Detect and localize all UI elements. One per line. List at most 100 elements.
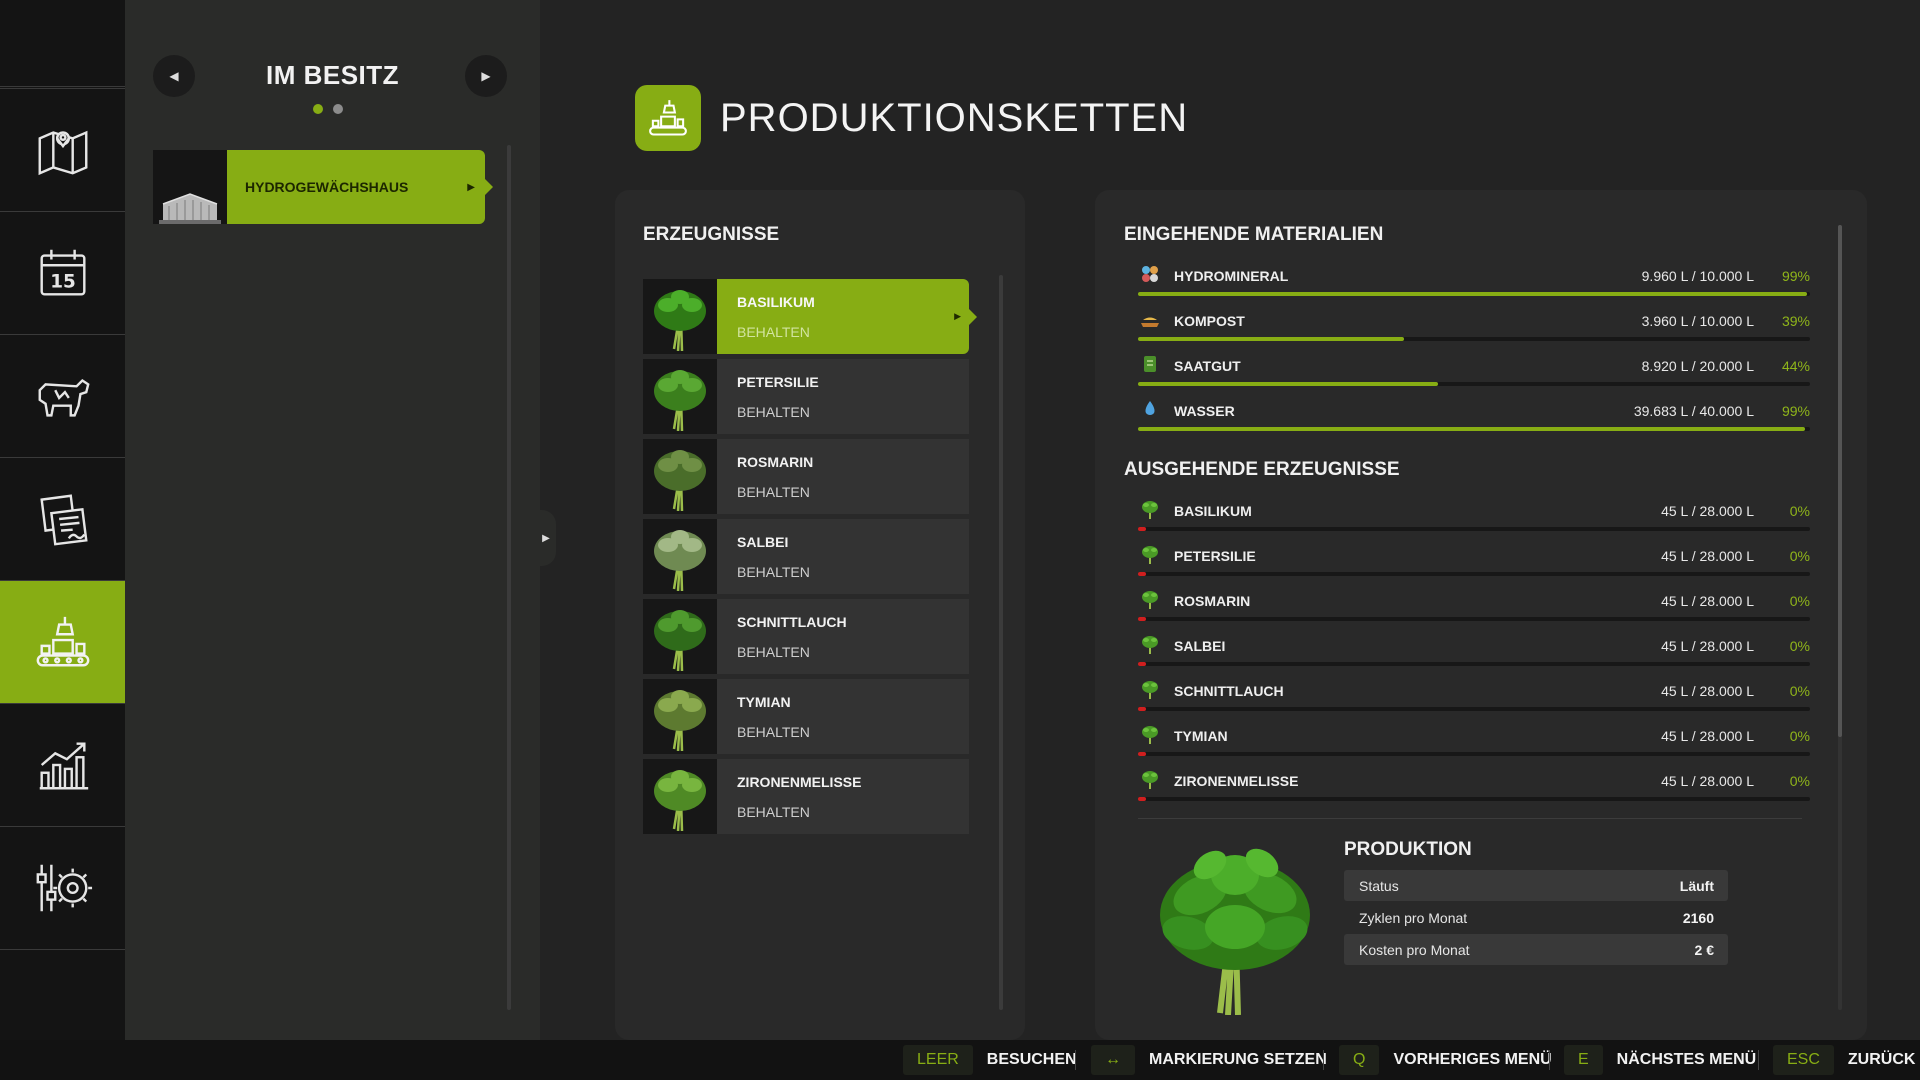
production-icon bbox=[649, 100, 687, 136]
herb-icon bbox=[1142, 546, 1158, 564]
fill-bar-level bbox=[1138, 617, 1146, 621]
product-status: BEHALTEN bbox=[737, 323, 810, 340]
herb-icon bbox=[1142, 636, 1158, 654]
material-amount: 45 L / 28.000 L bbox=[1661, 773, 1754, 789]
product-body: SALBEI BEHALTEN bbox=[717, 519, 969, 594]
key-cap: E bbox=[1564, 1045, 1603, 1075]
hint-label: NÄCHSTES MENÜ bbox=[1616, 1051, 1757, 1068]
menu-item-settings[interactable] bbox=[0, 826, 125, 950]
product-body: TYMIAN BEHALTEN bbox=[717, 679, 969, 754]
product-item[interactable]: ROSMARIN BEHALTEN bbox=[643, 439, 969, 514]
product-item[interactable]: SCHNITTLAUCH BEHALTEN bbox=[643, 599, 969, 674]
fill-bar bbox=[1138, 527, 1810, 531]
products-scrollbar[interactable] bbox=[999, 275, 1003, 1010]
menu-item-animals[interactable] bbox=[0, 334, 125, 457]
material-percent: 0% bbox=[1789, 773, 1810, 789]
herb-icon bbox=[1142, 501, 1158, 519]
incoming-title: EINGEHENDE MATERIALIEN bbox=[1124, 224, 1384, 245]
details-scrollbar[interactable] bbox=[1838, 225, 1842, 737]
seed-bag-icon bbox=[1144, 356, 1156, 372]
hint-back[interactable]: ESC ZURÜCK bbox=[1773, 1045, 1915, 1075]
material-amount: 45 L / 28.000 L bbox=[1661, 503, 1754, 519]
material-percent: 39% bbox=[1781, 313, 1810, 329]
material-percent: 0% bbox=[1789, 593, 1810, 609]
next-page-button[interactable]: ▶ bbox=[465, 55, 507, 97]
menu-item-production[interactable] bbox=[0, 580, 134, 703]
incoming-row: SAATGUT 8.920 L / 20.000 L 44% bbox=[1138, 350, 1810, 395]
product-item[interactable]: PETERSILIE BEHALTEN bbox=[643, 359, 969, 434]
product-item[interactable]: TYMIAN BEHALTEN bbox=[643, 679, 969, 754]
owned-item-name: HYDROGEWÄCHSHAUS bbox=[245, 179, 409, 195]
owned-item-greenhouse[interactable]: HYDROGEWÄCHSHAUS ▶ bbox=[153, 150, 493, 224]
material-percent: 0% bbox=[1789, 683, 1810, 699]
menu-item-map[interactable] bbox=[0, 88, 125, 211]
menu-item-contracts[interactable] bbox=[0, 457, 125, 580]
material-percent: 99% bbox=[1781, 268, 1810, 284]
herb-icon bbox=[654, 689, 706, 751]
page-dot-1[interactable] bbox=[313, 104, 323, 114]
compost-icon bbox=[1141, 317, 1159, 327]
outgoing-row: PETERSILIE 45 L / 28.000 L 0% bbox=[1138, 540, 1810, 585]
key-cap: ↔ bbox=[1091, 1045, 1135, 1075]
product-thumbnail bbox=[643, 679, 717, 754]
calendar-icon: 15 bbox=[39, 249, 86, 296]
herb-icon bbox=[654, 769, 706, 831]
material-name: ZIRONENMELISSE bbox=[1174, 773, 1299, 789]
hint-visit[interactable]: LEER BESUCHEN bbox=[903, 1045, 1077, 1075]
owned-item-label: HYDROGEWÄCHSHAUS ▶ bbox=[227, 150, 493, 224]
water-drop-icon bbox=[1145, 401, 1155, 415]
fill-bar-level bbox=[1138, 707, 1146, 711]
material-name: KOMPOST bbox=[1174, 313, 1245, 329]
hint-set-marker[interactable]: ↔ MARKIERUNG SETZEN bbox=[1091, 1045, 1327, 1075]
header-production-icon bbox=[635, 85, 701, 151]
material-amount: 8.920 L / 20.000 L bbox=[1641, 358, 1754, 374]
products-title: ERZEUGNISSE bbox=[643, 224, 780, 245]
fill-bar-level bbox=[1138, 527, 1146, 531]
fill-bar bbox=[1138, 337, 1810, 341]
herb-icon bbox=[654, 529, 706, 591]
product-body: PETERSILIE BEHALTEN bbox=[717, 359, 969, 434]
material-name: HYDROMINERAL bbox=[1174, 268, 1289, 284]
product-name: ZIRONENMELISSE bbox=[737, 773, 862, 790]
production-key: Status bbox=[1359, 878, 1399, 894]
product-status: BEHALTEN bbox=[737, 563, 810, 580]
fill-bar bbox=[1138, 572, 1810, 576]
arrow-right-icon: ▶ bbox=[481, 69, 491, 83]
product-name: PETERSILIE bbox=[737, 373, 819, 390]
product-name: ROSMARIN bbox=[737, 453, 814, 470]
menu-item-calendar[interactable]: 15 bbox=[0, 211, 125, 334]
collapse-panel-toggle[interactable]: ▶ bbox=[536, 510, 556, 566]
hint-divider bbox=[1075, 1050, 1076, 1070]
incoming-row: WASSER 39.683 L / 40.000 L 99% bbox=[1138, 395, 1810, 440]
production-key: Kosten pro Monat bbox=[1359, 942, 1470, 958]
product-thumbnail bbox=[643, 519, 717, 594]
product-body: BASILIKUM BEHALTEN bbox=[717, 279, 969, 354]
hint-previous-menu[interactable]: Q VORHERIGES MENÜ bbox=[1339, 1045, 1552, 1075]
material-percent: 0% bbox=[1789, 728, 1810, 744]
key-cap: LEER bbox=[903, 1045, 973, 1075]
outgoing-row: SALBEI 45 L / 28.000 L 0% bbox=[1138, 630, 1810, 675]
product-name: TYMIAN bbox=[737, 693, 791, 710]
product-item[interactable]: ZIRONENMELISSE BEHALTEN bbox=[643, 759, 969, 834]
incoming-row: HYDROMINERAL 9.960 L / 10.000 L 99% bbox=[1138, 260, 1810, 305]
hint-next-menu[interactable]: E NÄCHSTES MENÜ bbox=[1564, 1045, 1756, 1075]
herb-icon bbox=[1142, 771, 1158, 789]
key-cap: Q bbox=[1339, 1045, 1380, 1075]
material-percent: 99% bbox=[1781, 403, 1810, 419]
incoming-row: KOMPOST 3.960 L / 10.000 L 39% bbox=[1138, 305, 1810, 350]
page-dot-2[interactable] bbox=[333, 104, 343, 114]
hint-label: BESUCHEN bbox=[986, 1051, 1077, 1068]
material-amount: 45 L / 28.000 L bbox=[1661, 683, 1754, 699]
fill-bar bbox=[1138, 752, 1810, 756]
rail-divider bbox=[0, 86, 125, 87]
owned-scrollbar[interactable] bbox=[507, 145, 511, 1010]
hint-label: MARKIERUNG SETZEN bbox=[1149, 1051, 1327, 1068]
product-item[interactable]: BASILIKUM BEHALTEN ▶ bbox=[643, 279, 977, 354]
product-item[interactable]: SALBEI BEHALTEN bbox=[643, 519, 969, 594]
menu-item-statistics[interactable] bbox=[0, 703, 125, 826]
material-name: PETERSILIE bbox=[1174, 548, 1256, 564]
products-list: BASILIKUM BEHALTEN ▶ PETERSILIE BEHALTEN ROSM… bbox=[643, 279, 977, 839]
cow-icon bbox=[38, 378, 90, 417]
fill-bar-level bbox=[1138, 797, 1146, 801]
material-amount: 45 L / 28.000 L bbox=[1661, 728, 1754, 744]
